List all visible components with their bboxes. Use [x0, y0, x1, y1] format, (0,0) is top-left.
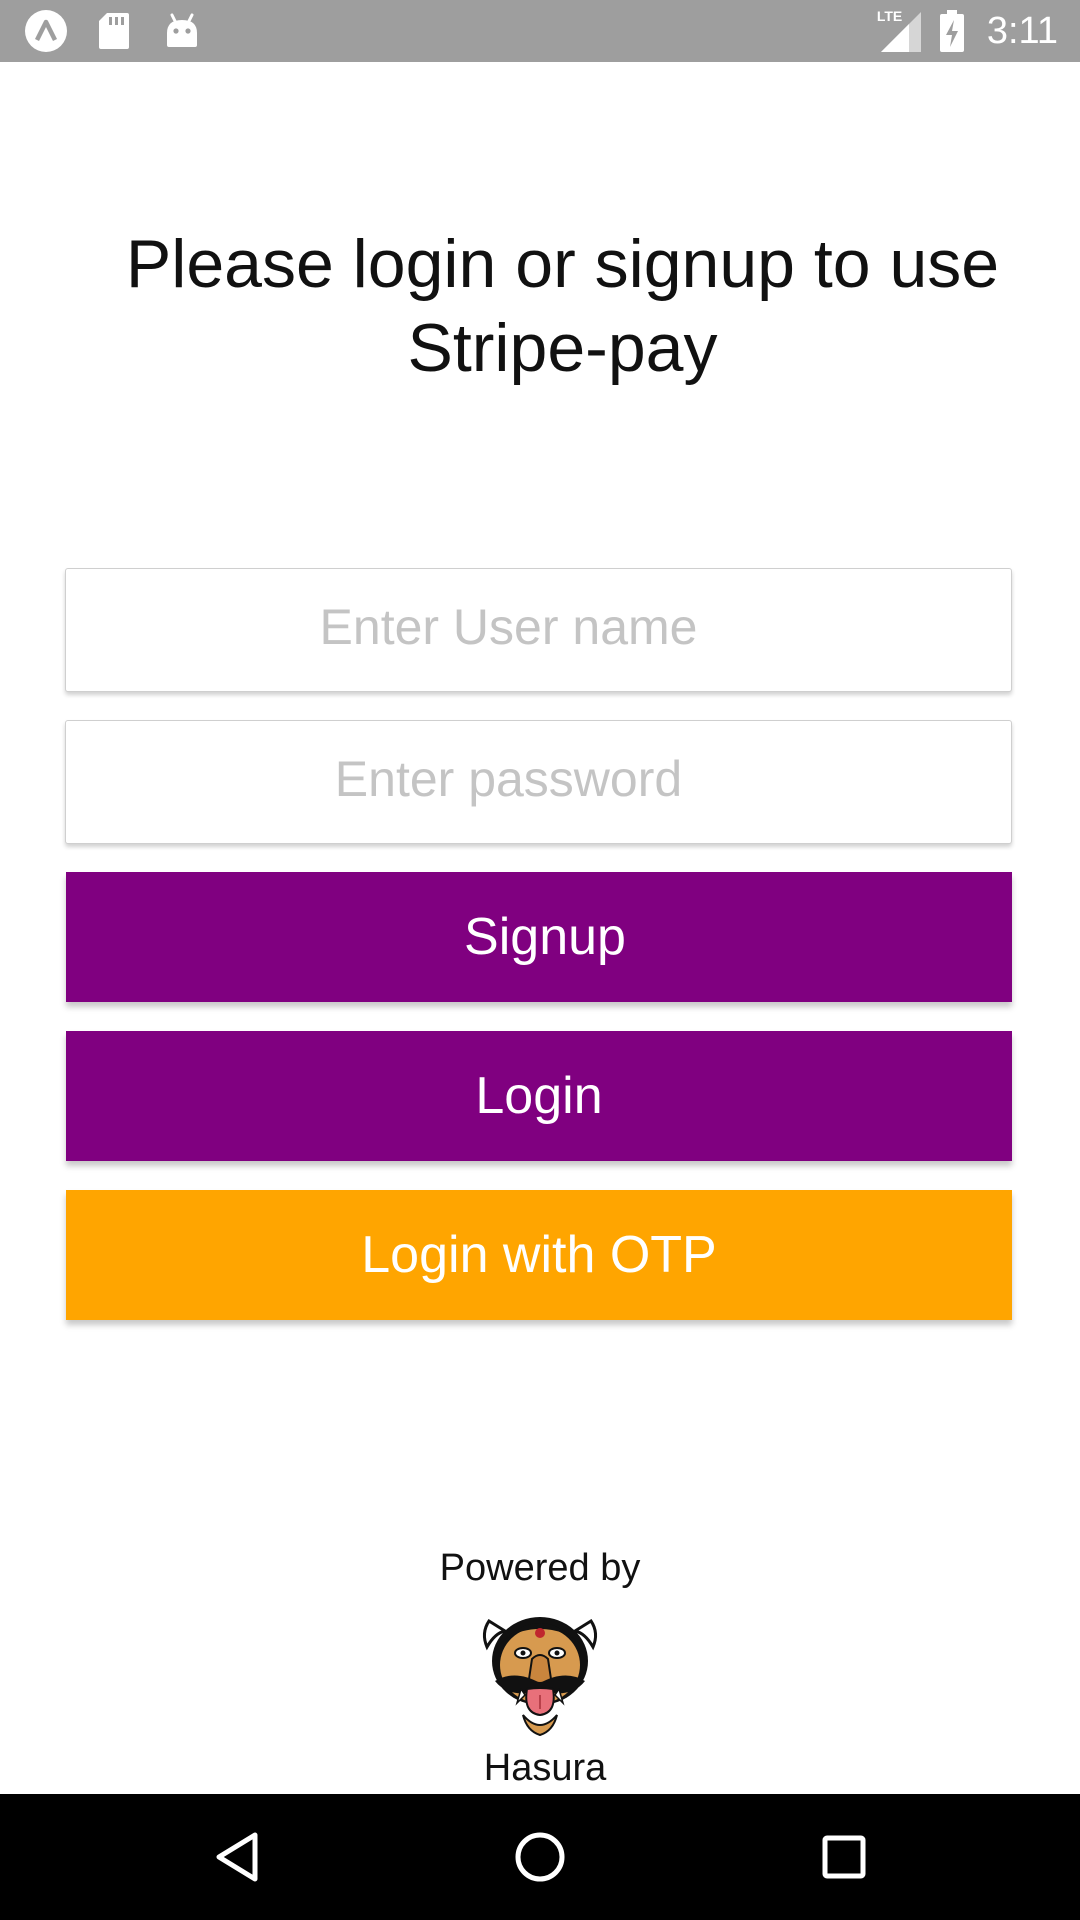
signup-button[interactable]: Signup: [66, 872, 1012, 1002]
sd-card-icon: [92, 9, 136, 53]
login-with-otp-button[interactable]: Login with OTP: [66, 1190, 1012, 1320]
status-bar: LTE 3:11: [0, 0, 1080, 62]
battery-charging-icon: [937, 9, 967, 53]
notification-icons: [24, 10, 204, 52]
lte-signal-icon: LTE: [877, 8, 923, 54]
password-input[interactable]: [66, 721, 1011, 843]
android-icon: [160, 9, 204, 53]
network-type-label: LTE: [876, 8, 903, 24]
login-screen: LTE 3:11 Please login or signup to use S…: [0, 0, 1080, 1920]
navigation-bar: [0, 1794, 1080, 1920]
login-button[interactable]: Login: [66, 1031, 1012, 1161]
username-input[interactable]: [66, 569, 1011, 691]
home-icon[interactable]: [500, 1817, 580, 1897]
otp-button-label: Login with OTP: [361, 1226, 717, 1284]
app-notification-icon: [24, 9, 68, 53]
signup-button-label: Signup: [464, 908, 626, 966]
status-time: 3:11: [986, 10, 1058, 52]
login-button-label: Login: [475, 1067, 603, 1125]
hasura-logo-icon: [475, 1603, 605, 1741]
system-icons: LTE 3:11: [877, 8, 1058, 54]
back-icon[interactable]: [197, 1817, 277, 1897]
powered-by-label: Powered by: [439, 1547, 641, 1589]
recents-icon[interactable]: [804, 1817, 884, 1897]
username-field-container: [65, 568, 1012, 692]
hasura-brand-label: Hasura: [483, 1747, 607, 1789]
password-field-container: [65, 720, 1012, 844]
page-title: Please login or signup to use Stripe-pay: [125, 226, 1000, 386]
